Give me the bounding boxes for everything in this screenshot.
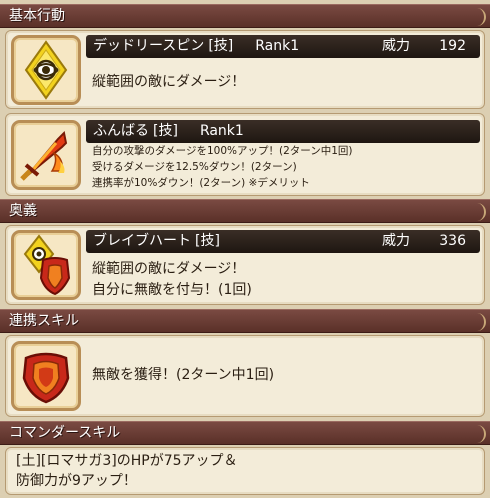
section-header-basic-action: 基本行動 [0, 4, 490, 28]
yellow-eye-diamond-icon [11, 35, 81, 105]
power-value: 192 [439, 38, 466, 54]
combo-skill-description: 無敵を獲得！(2ターン中1回) [92, 367, 275, 383]
flaming-sword-icon [11, 120, 81, 190]
ougi-title-bar: ブレイブハート [技] 威力 336 [86, 230, 480, 253]
skill-card-deadly-spin[interactable]: デッドリースピン [技] Rank1 威力 192 縦範囲の敵にダメージ！ [5, 30, 485, 109]
combo-skill-card[interactable]: 無敵を獲得！(2ターン中1回) [5, 335, 485, 417]
skill-title-bar: ふんばる [技] Rank1 [86, 120, 480, 143]
red-shield-icon [11, 341, 81, 411]
skill-description-line-3: 連携率が10%ダウン！(2ターン) ※デメリット [92, 177, 310, 189]
skill-title-bar: デッドリースピン [技] Rank1 威力 192 [86, 35, 480, 58]
skill-name: デッドリースピン [93, 38, 205, 54]
section-title: 基本行動 [9, 8, 65, 24]
commander-skill-card[interactable]: [土][ロマサガ3]のHPが75アップ＆ 防御力が9アップ！ [5, 447, 485, 495]
skill-name: ふんばる [93, 123, 149, 139]
skill-rank: Rank1 [199, 123, 244, 139]
power-label: 威力 [382, 38, 410, 54]
commander-description-line-2: 防御力が9アップ！ [16, 473, 137, 489]
power-label: 威力 [382, 233, 410, 249]
section-title: 奥義 [9, 203, 37, 219]
section-title: 連携スキル [9, 313, 79, 329]
scroll-curl-icon [474, 8, 486, 26]
ougi-card-brave-heart[interactable]: ブレイブハート [技] 威力 336 縦範囲の敵にダメージ！ 自分に無敵を付与！(… [5, 225, 485, 305]
ougi-description-line-1: 縦範囲の敵にダメージ！ [92, 261, 246, 277]
scroll-curl-icon [474, 313, 486, 331]
ougi-tag: [技] [195, 233, 220, 249]
skill-tag: [技] [208, 38, 234, 54]
skill-rank: Rank1 [255, 38, 300, 54]
section-header-combo-skill: 連携スキル [0, 309, 490, 333]
ougi-description-line-2: 自分に無敵を付与！(1回) [92, 282, 252, 298]
eye-diamond-shield-icon [11, 230, 81, 300]
skill-tag: [技] [153, 123, 178, 139]
power-value: 336 [439, 233, 466, 249]
skill-card-funbaru[interactable]: ふんばる [技] Rank1 自分の攻撃のダメージを100%アップ！(2ターン中1回… [5, 113, 485, 196]
ougi-name: ブレイブハート [93, 233, 191, 249]
commander-description-line-1: [土][ロマサガ3]のHPが75アップ＆ [16, 453, 238, 469]
skill-description-line-1: 自分の攻撃のダメージを100%アップ！(2ターン中1回) [92, 145, 353, 157]
section-header-commander-skill: コマンダースキル [0, 421, 490, 445]
scroll-curl-icon [474, 203, 486, 221]
section-header-ougi: 奥義 [0, 199, 490, 223]
skill-description: 縦範囲の敵にダメージ！ [92, 74, 246, 90]
section-title: コマンダースキル [9, 425, 121, 441]
scroll-curl-icon [474, 425, 486, 443]
skill-description-line-2: 受けるダメージを12.5%ダウン！(2ターン) [92, 161, 297, 173]
